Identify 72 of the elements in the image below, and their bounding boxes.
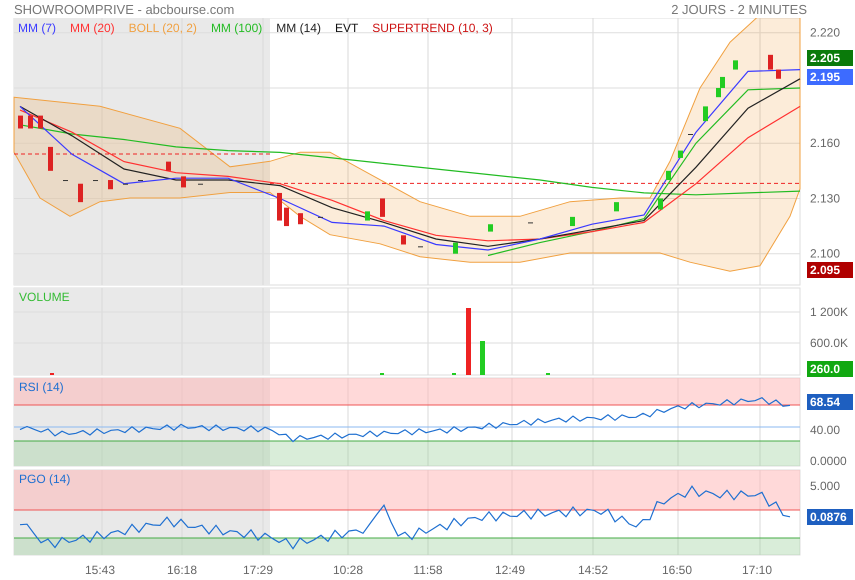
legend-label: SUPERTREND (10, 3) — [372, 21, 493, 35]
time-label: 16:18 — [166, 563, 198, 577]
legend-label: MM (20) — [70, 21, 115, 35]
candlestick — [776, 70, 781, 79]
candlestick — [488, 224, 493, 232]
value-badge: 68.54 — [807, 394, 853, 410]
legend-label: MM (14) — [276, 21, 321, 35]
axis-label: 5.000 — [810, 479, 840, 493]
candlestick — [38, 116, 43, 128]
legend-label: BOLL (20, 2) — [128, 21, 197, 35]
candlestick — [570, 216, 575, 226]
candlestick — [123, 184, 128, 185]
candlestick — [418, 246, 423, 248]
candlestick — [78, 184, 83, 202]
legend-label: EVT — [334, 21, 358, 35]
axis-label: 600.0K — [810, 336, 848, 350]
candlestick — [768, 54, 773, 70]
candlestick — [277, 192, 282, 221]
candlestick — [453, 242, 458, 254]
volume-bar — [466, 308, 471, 375]
candlestick — [318, 216, 323, 218]
candlestick — [365, 211, 370, 221]
candlestick — [284, 208, 289, 226]
candlestick — [380, 198, 385, 217]
candlestick — [138, 180, 143, 182]
value-badge: 2.095 — [807, 262, 853, 278]
chart-title: SHOWROOMPRIVE - abcbourse.com — [14, 2, 234, 16]
candlestick — [28, 116, 33, 128]
value-badge: 0.0876 — [807, 509, 853, 525]
candlestick — [48, 146, 53, 171]
time-label: 12:49 — [494, 563, 526, 577]
candlestick — [181, 176, 186, 188]
legend-label: MM (7) — [18, 21, 56, 35]
candlestick — [666, 170, 671, 180]
candlestick — [703, 106, 708, 122]
candlestick — [733, 60, 738, 70]
value-badge: 260.0 — [807, 361, 853, 377]
value-badge: 2.205 — [807, 50, 853, 66]
candlestick — [166, 162, 171, 171]
period-label: 2 JOURS - 2 MINUTES — [671, 2, 807, 16]
candlestick — [298, 213, 303, 224]
time-label: 17:29 — [242, 563, 274, 577]
time-label: 17:10 — [742, 563, 772, 577]
axis-label: 2.220 — [810, 26, 840, 40]
axis-label: 0.0000 — [810, 454, 847, 468]
time-label: 11:58 — [413, 563, 443, 577]
candlestick — [108, 180, 113, 190]
panel-title: PGO (14) — [19, 472, 70, 486]
time-label: 10:28 — [332, 563, 364, 577]
candlestick — [688, 134, 693, 135]
time-label: 16:50 — [662, 563, 692, 577]
time-label: 15:43 — [84, 563, 116, 577]
time-label: 14:52 — [578, 563, 608, 577]
candlestick — [401, 235, 406, 244]
volume-bar — [480, 341, 485, 375]
axis-label: 40.00 — [810, 423, 840, 437]
legend-label: MM (100) — [210, 21, 262, 35]
panel-title: RSI (14) — [19, 380, 64, 394]
candlestick — [614, 202, 619, 212]
candlestick — [63, 180, 68, 182]
candlestick — [198, 184, 203, 185]
value-badge: 2.195 — [807, 69, 853, 85]
axis-label: 2.130 — [810, 191, 840, 206]
axis-label: 2.160 — [810, 136, 840, 150]
panel-title: VOLUME — [19, 290, 70, 304]
candlestick — [528, 222, 533, 224]
candlestick — [18, 116, 23, 128]
axis-label: 1 200K — [810, 305, 848, 319]
candlestick — [678, 150, 683, 158]
axis-label: 2.100 — [810, 246, 840, 261]
candlestick — [93, 180, 98, 182]
candlestick — [658, 198, 663, 210]
